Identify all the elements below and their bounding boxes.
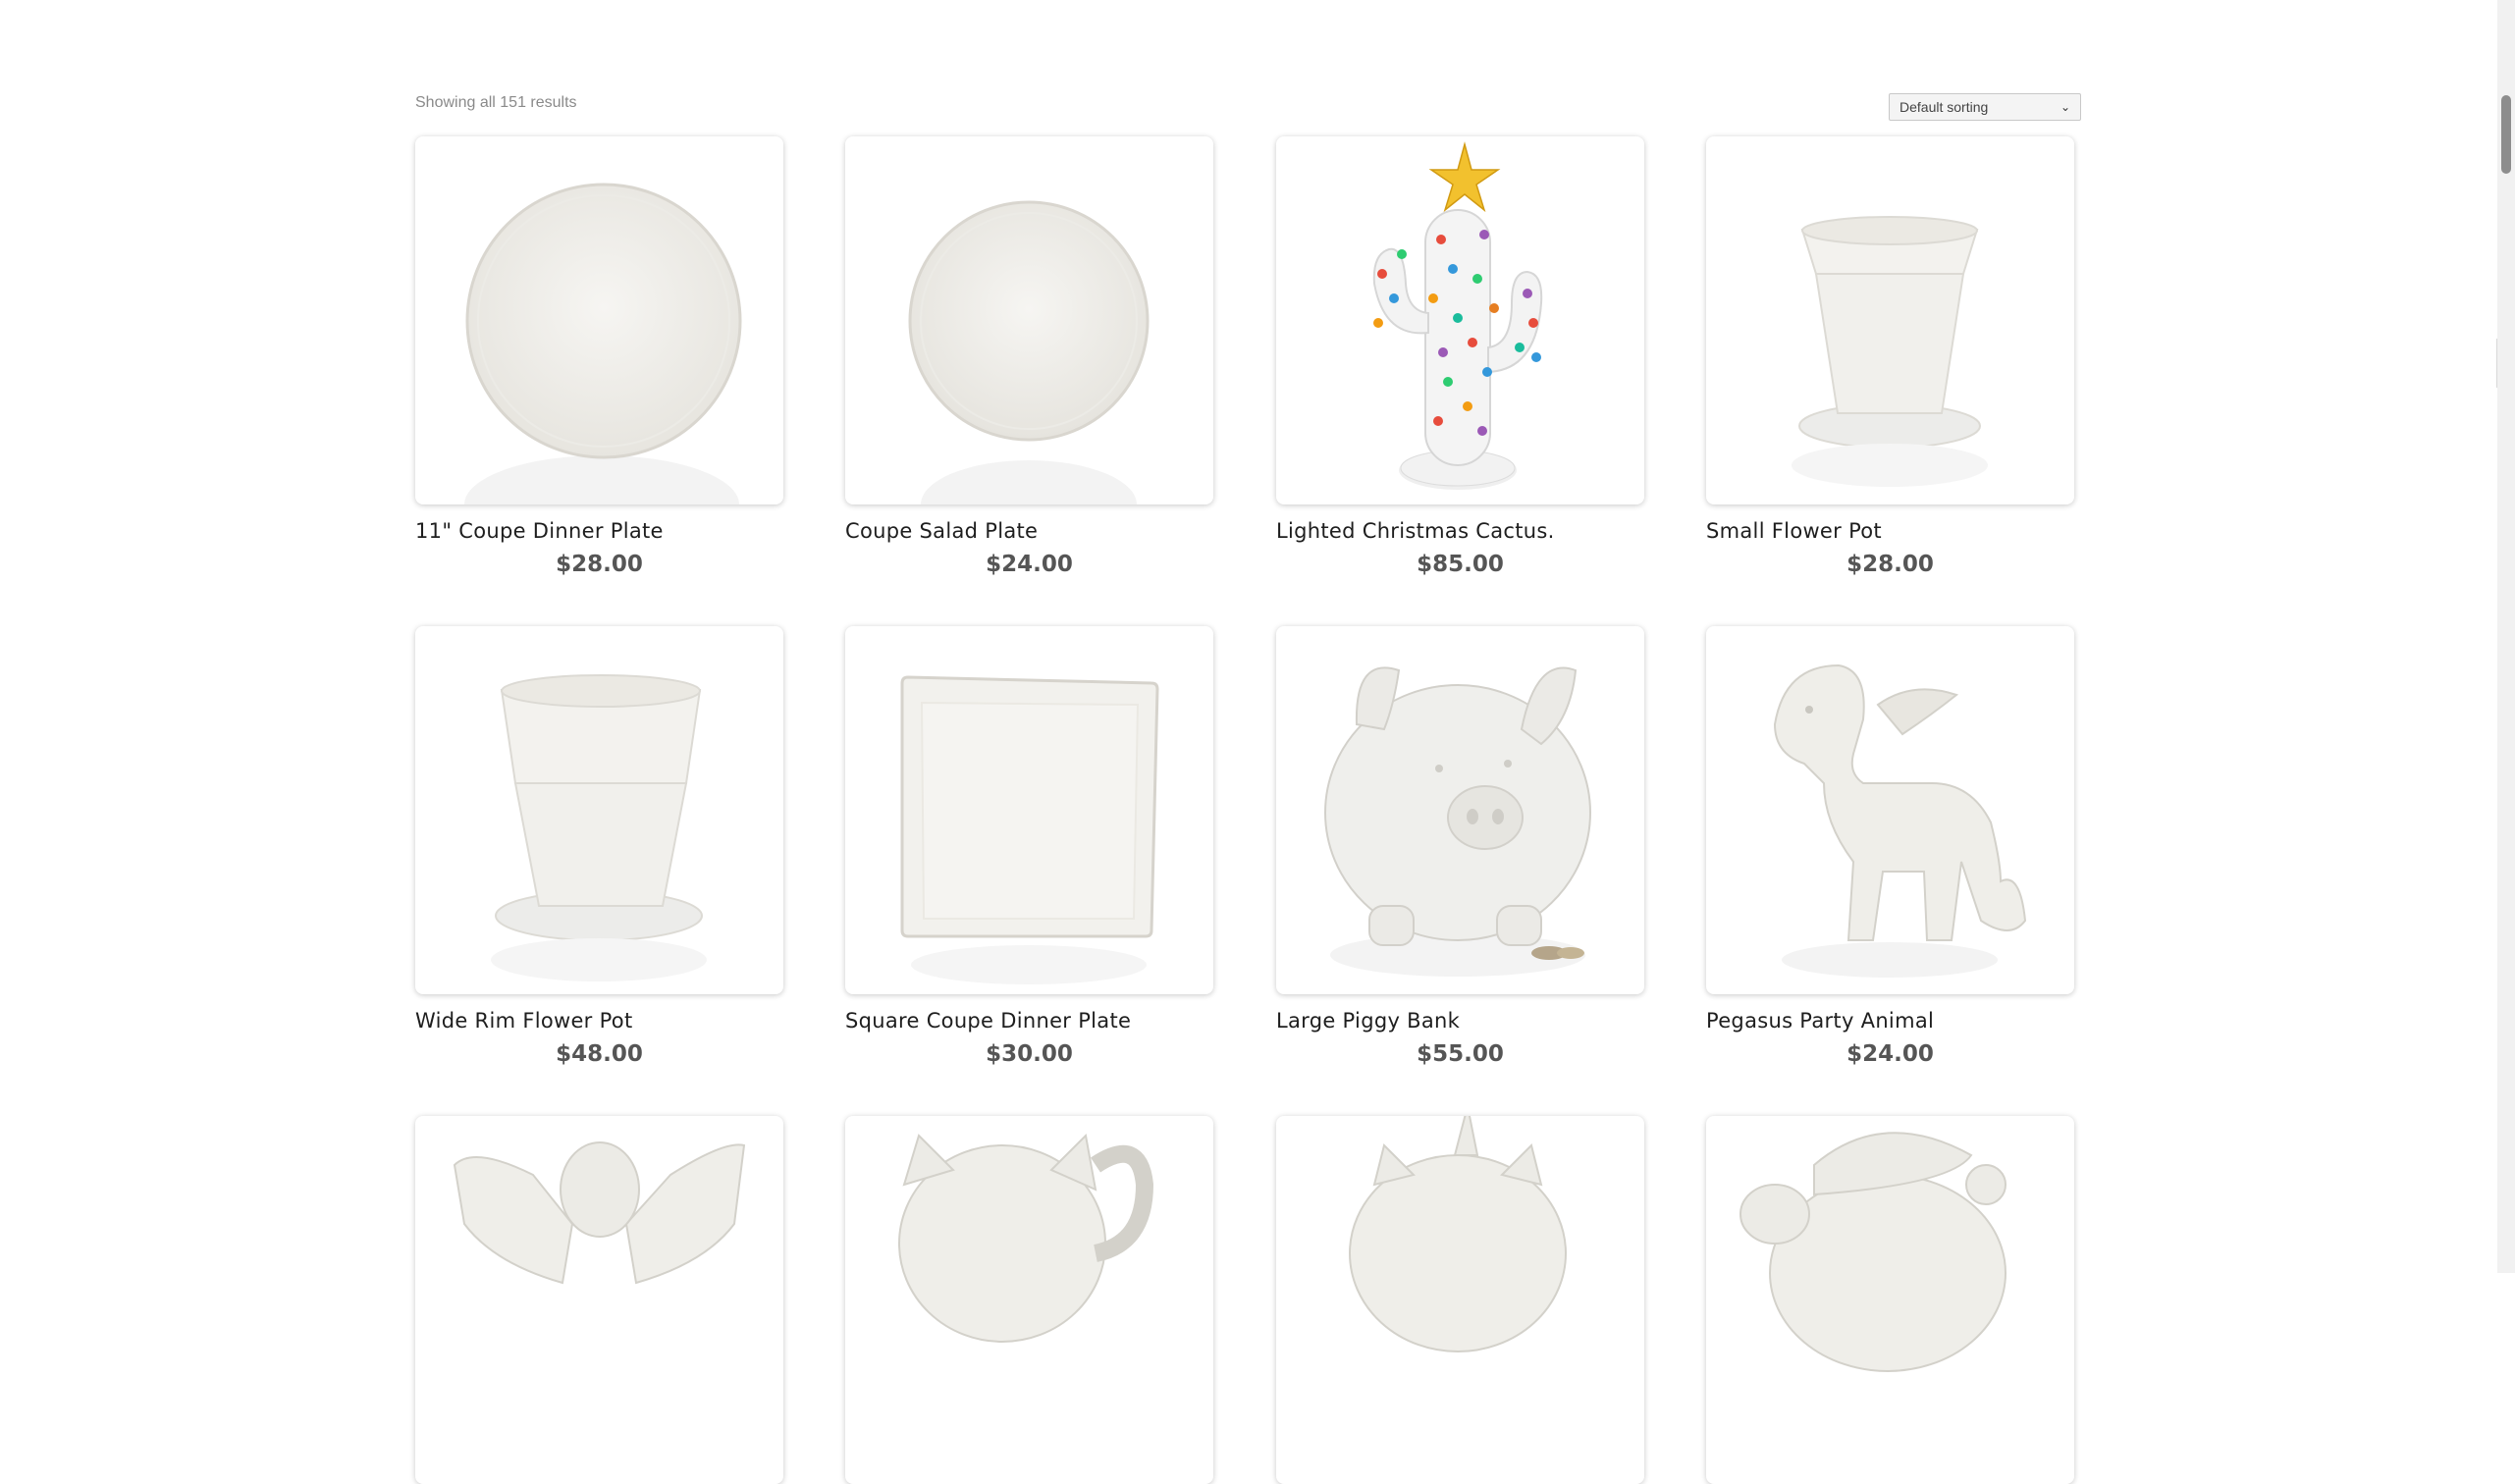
product-image-flower-pot-small[interactable] [1706,136,2074,504]
product-card[interactable] [415,1116,783,1484]
product-image-round-salad-plate[interactable] [845,136,1213,504]
product-image-square-plate[interactable] [845,626,1213,994]
product-image-unicorn[interactable] [1276,1116,1644,1484]
product-image-cactus-with-lights[interactable] [1276,136,1644,504]
product-price: $48.00 [556,1041,643,1067]
product-card[interactable]: Small Flower Pot $28.00 [1706,136,2074,577]
product-price: $28.00 [1846,552,1934,577]
sort-dropdown-value: Default sorting [1900,99,1989,115]
product-card[interactable]: Lighted Christmas Cactus. $85.00 [1276,136,1644,577]
product-price: $28.00 [556,552,643,577]
sort-dropdown[interactable]: Default sorting ⌄ [1889,93,2081,121]
product-name[interactable]: Large Piggy Bank [1276,1009,1644,1033]
results-count: Showing all 151 results [415,94,577,111]
product-card[interactable] [1276,1116,1644,1484]
product-image-round-plate[interactable] [415,136,783,504]
product-image-flower-pot-wide[interactable] [415,626,783,994]
product-image-fairy[interactable] [415,1116,783,1484]
product-price: $24.00 [986,552,1073,577]
product-name[interactable]: Small Flower Pot [1706,519,2074,543]
product-card[interactable]: Wide Rim Flower Pot $48.00 [415,626,783,1067]
product-image-cat-mug[interactable] [845,1116,1213,1484]
product-name[interactable]: Wide Rim Flower Pot [415,1009,783,1033]
divider [2496,339,2497,388]
product-price: $24.00 [1846,1041,1934,1067]
product-name[interactable]: Coupe Salad Plate [845,519,1213,543]
product-name[interactable]: Square Coupe Dinner Plate [845,1009,1213,1033]
product-card[interactable] [845,1116,1213,1484]
product-image-pegasus[interactable] [1706,626,2074,994]
product-card[interactable]: Large Piggy Bank $55.00 [1276,626,1644,1067]
product-price: $85.00 [1417,552,1504,577]
product-image-santa[interactable] [1706,1116,2074,1484]
product-card[interactable]: Coupe Salad Plate $24.00 [845,136,1213,577]
product-image-piggy-bank[interactable] [1276,626,1644,994]
product-name[interactable]: Pegasus Party Animal [1706,1009,2074,1033]
product-price: $30.00 [986,1041,1073,1067]
product-card[interactable]: Square Coupe Dinner Plate $30.00 [845,626,1213,1067]
chevron-down-icon: ⌄ [2060,100,2070,114]
product-card[interactable]: 11" Coupe Dinner Plate $28.00 [415,136,783,577]
product-card[interactable]: Pegasus Party Animal $24.00 [1706,626,2074,1067]
scrollbar[interactable] [2497,0,2515,1273]
product-name[interactable]: Lighted Christmas Cactus. [1276,519,1644,543]
product-price: $55.00 [1417,1041,1504,1067]
product-name[interactable]: 11" Coupe Dinner Plate [415,519,783,543]
scrollbar-thumb[interactable] [2501,95,2511,174]
product-card[interactable] [1706,1116,2074,1484]
